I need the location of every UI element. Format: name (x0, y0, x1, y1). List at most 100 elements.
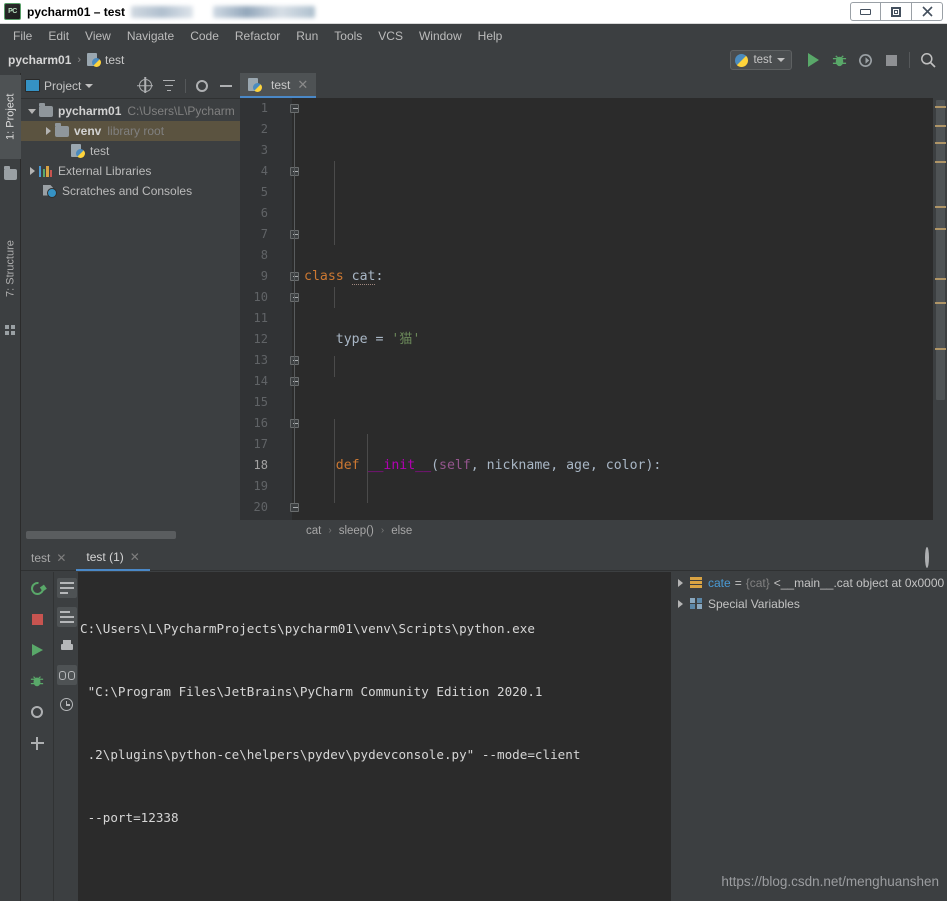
scroll-to-end-button[interactable] (56, 607, 77, 627)
debug-console-button[interactable] (27, 671, 47, 691)
scrollbar-thumb[interactable] (26, 531, 176, 539)
console-tab-label: test (1) (86, 549, 124, 564)
close-icon[interactable]: ✕ (56, 551, 66, 565)
menu-vcs[interactable]: VCS (370, 27, 411, 45)
tree-item-test[interactable]: test (21, 141, 240, 161)
stop-button[interactable] (878, 47, 904, 73)
breadcrumb-file[interactable]: test (87, 53, 124, 67)
menu-help[interactable]: Help (470, 27, 511, 45)
hide-panel-button[interactable] (216, 76, 236, 96)
minimize-button[interactable] (850, 2, 881, 21)
chevron-down-icon[interactable] (85, 83, 94, 88)
collapse-all-button[interactable] (159, 76, 179, 96)
breadcrumb-class[interactable]: cat (306, 525, 321, 537)
project-panel-title: Project (44, 78, 82, 93)
variable-row-special-variables[interactable]: Special Variables (672, 593, 947, 614)
editor-vertical-scrollbar[interactable] (933, 98, 947, 541)
menu-refactor[interactable]: Refactor (227, 27, 288, 45)
indent-guide (334, 161, 335, 245)
menu-code[interactable]: Code (182, 27, 227, 45)
debug-button[interactable] (826, 47, 852, 73)
expand-arrow-icon[interactable] (678, 599, 683, 608)
expand-arrow-icon[interactable] (25, 108, 39, 114)
soft-wrap-icon (59, 582, 74, 594)
project-horizontal-scrollbar[interactable] (26, 531, 226, 539)
line-number: 17 (253, 437, 268, 451)
expand-arrow-icon[interactable] (41, 127, 55, 135)
menu-edit-label: Edit (48, 28, 70, 43)
command-history-button[interactable] (57, 694, 77, 714)
menu-view[interactable]: View (77, 27, 119, 45)
breadcrumb-project[interactable]: pycharm01 (8, 53, 71, 67)
search-button[interactable] (915, 47, 941, 73)
tree-item-venv[interactable]: venv library root (21, 121, 240, 141)
console-tab-test-1[interactable]: test (1) ✕ (76, 545, 150, 571)
execute-button[interactable] (27, 640, 47, 660)
new-console-button[interactable] (27, 733, 47, 753)
line-number: 14 (253, 374, 268, 388)
menu-edit[interactable]: Edit (40, 27, 77, 45)
debug-icon (30, 676, 44, 687)
code-line-1: class cat: (304, 269, 384, 285)
menu-navigate[interactable]: Navigate (119, 27, 182, 45)
run-coverage-button[interactable] (852, 47, 878, 73)
show-variables-button[interactable] (56, 665, 77, 685)
sidebar-item-project[interactable]: 1: Project (0, 75, 21, 159)
fold-marker[interactable] (290, 104, 299, 113)
menu-window[interactable]: Window (411, 27, 470, 45)
run-icon (807, 53, 819, 67)
console-settings-rail-button[interactable] (27, 702, 47, 722)
maximize-button[interactable] (881, 2, 912, 21)
menu-run[interactable]: Run (288, 27, 326, 45)
editor-tab-test[interactable]: test ✕ (240, 73, 317, 98)
indent-guide (334, 356, 335, 377)
console-line: .2\plugins\python-ce\helpers\pydev\pydev… (80, 747, 581, 762)
project-settings-button[interactable] (192, 76, 212, 96)
expand-arrow-icon[interactable] (678, 578, 683, 587)
console-tab-test[interactable]: test ✕ (21, 545, 76, 571)
close-button[interactable] (912, 2, 943, 21)
tree-item-label: Scratches and Consoles (62, 184, 193, 198)
print-button[interactable] (57, 636, 77, 656)
soft-wrap-button[interactable] (56, 578, 77, 598)
sidebar-item-structure[interactable]: 7: Structure (0, 221, 21, 317)
rerun-button[interactable] (27, 578, 47, 598)
redacted-title-region-1 (131, 5, 194, 18)
variable-name: cate (708, 575, 731, 590)
expand-arrow-icon[interactable] (25, 167, 39, 175)
maximize-icon (891, 6, 901, 17)
run-configuration-selector[interactable]: test (730, 50, 792, 70)
tree-item-badge: library root (107, 124, 165, 138)
menu-file[interactable]: File (5, 27, 40, 45)
breadcrumb-separator: › (380, 525, 385, 536)
close-icon[interactable]: ✕ (297, 77, 308, 93)
code-content[interactable]: class cat: type = '猫' def __init__(self,… (300, 98, 947, 541)
fold-marker[interactable] (290, 503, 299, 512)
stop-console-button[interactable] (27, 609, 47, 629)
menu-tools[interactable]: Tools (326, 27, 370, 45)
line-number: 16 (253, 416, 268, 430)
menu-window-label: Window (418, 28, 462, 43)
editor-breadcrumb: cat › sleep() › else (240, 520, 947, 541)
close-icon (921, 6, 933, 17)
menu-code-label: Code (190, 28, 219, 43)
close-icon[interactable]: ✕ (130, 550, 140, 564)
variable-row-cate[interactable]: cate = {cat} <__main__.cat object at 0x0… (672, 572, 947, 593)
locate-file-button[interactable] (135, 76, 155, 96)
breadcrumb-method[interactable]: sleep() (339, 525, 374, 537)
console-output[interactable]: C:\Users\L\PycharmProjects\pycharm01\ven… (78, 572, 671, 901)
editor-tab-bar: test ✕ (240, 73, 947, 98)
python-file-icon (87, 53, 102, 67)
project-panel: Project pycharm01 C:\Users\L\Pycharm ven… (21, 73, 240, 541)
console-settings-button[interactable] (925, 546, 929, 568)
tree-item-pycharm01[interactable]: pycharm01 C:\Users\L\Pycharm (21, 101, 240, 121)
editor-body[interactable]: 1 2 3 4 5 6 7 8 9 10 11 12 13 14 15 16 1… (240, 98, 947, 541)
run-button[interactable] (800, 47, 826, 73)
tree-item-external-libraries[interactable]: External Libraries (21, 161, 240, 181)
variables-panel: cate = {cat} <__main__.cat object at 0x0… (672, 572, 947, 901)
breadcrumb-block[interactable]: else (391, 525, 412, 537)
tree-item-scratches-and-consoles[interactable]: Scratches and Consoles (21, 181, 240, 201)
line-number: 3 (260, 143, 268, 157)
warning-mark (935, 206, 946, 208)
tree-item-label: pycharm01 (58, 104, 122, 118)
